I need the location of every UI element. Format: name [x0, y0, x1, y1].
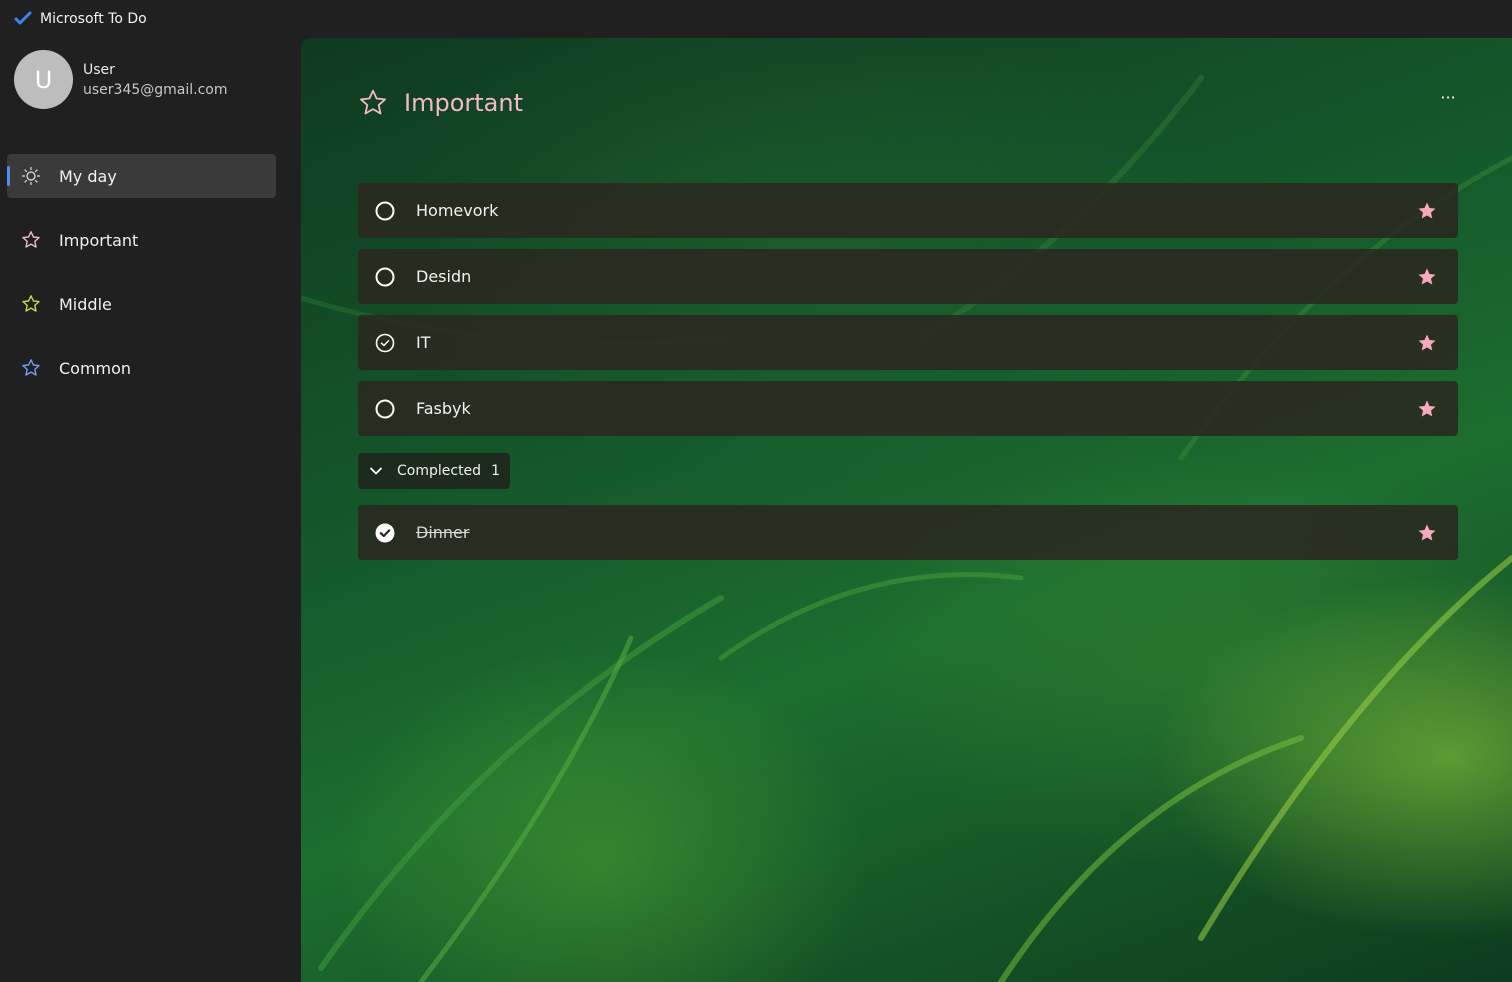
sidebar-item-common[interactable]: Common [7, 346, 276, 390]
title-bar: Microsoft To Do [0, 0, 1512, 38]
task-title[interactable]: Homevork [416, 201, 1417, 220]
sidebar-item-label: Important [59, 230, 139, 250]
completed-label: Complected [397, 463, 482, 479]
completed-task-row[interactable]: Dinner [358, 505, 1458, 560]
account-email: user345@gmail.com [83, 81, 228, 98]
task-row[interactable]: Fasbyk [358, 381, 1458, 436]
task-title[interactable]: Desidn [416, 267, 1417, 286]
task-title[interactable]: Fasbyk [416, 399, 1417, 418]
task-row[interactable]: Desidn [358, 249, 1458, 304]
sidebar-item-important[interactable]: Important [7, 218, 276, 262]
star-filled-icon[interactable] [1417, 333, 1437, 353]
sun-icon [21, 166, 41, 186]
task-row[interactable]: IT [358, 315, 1458, 370]
sidebar-item-label: Common [59, 358, 132, 378]
circle-check-hover-icon[interactable] [374, 332, 396, 354]
star-outline-icon [21, 294, 41, 314]
checked-circle-icon[interactable] [374, 522, 396, 544]
star-filled-icon[interactable] [1417, 523, 1437, 543]
chevron-down-icon [368, 463, 384, 479]
task-row[interactable]: Homevork [358, 183, 1458, 238]
todo-check-icon [14, 10, 32, 28]
star-outline-icon [21, 358, 41, 378]
sidebar: U User user345@gmail.com My day Importan… [0, 38, 301, 982]
task-list-panel: Important ··· Homevork Desidn IT Fasbyk … [301, 38, 1512, 982]
circle-checkbox-icon[interactable] [374, 266, 396, 288]
list-header: Important [358, 88, 523, 118]
sidebar-item-label: Middle [59, 294, 112, 314]
avatar[interactable]: U [14, 50, 73, 109]
sidebar-nav: My day Important Middle Common [7, 154, 276, 410]
star-filled-icon[interactable] [1417, 267, 1437, 287]
page-title: Important [404, 89, 523, 117]
account-panel[interactable]: U User user345@gmail.com [14, 50, 228, 109]
account-name: User [83, 61, 115, 78]
completed-section-toggle[interactable]: Complected 1 [358, 453, 510, 489]
completed-count: 1 [491, 463, 500, 479]
circle-checkbox-icon[interactable] [374, 398, 396, 420]
star-filled-icon[interactable] [1417, 399, 1437, 419]
more-options-button[interactable]: ··· [1436, 90, 1460, 106]
sidebar-item-my-day[interactable]: My day [7, 154, 276, 198]
task-title[interactable]: Dinner [416, 523, 1417, 542]
star-outline-icon [21, 230, 41, 250]
sidebar-item-middle[interactable]: Middle [7, 282, 276, 326]
star-outline-icon [358, 88, 388, 118]
star-filled-icon[interactable] [1417, 201, 1437, 221]
app-title: Microsoft To Do [40, 11, 147, 27]
sidebar-item-label: My day [59, 166, 117, 186]
circle-checkbox-icon[interactable] [374, 200, 396, 222]
task-title[interactable]: IT [416, 333, 1417, 352]
